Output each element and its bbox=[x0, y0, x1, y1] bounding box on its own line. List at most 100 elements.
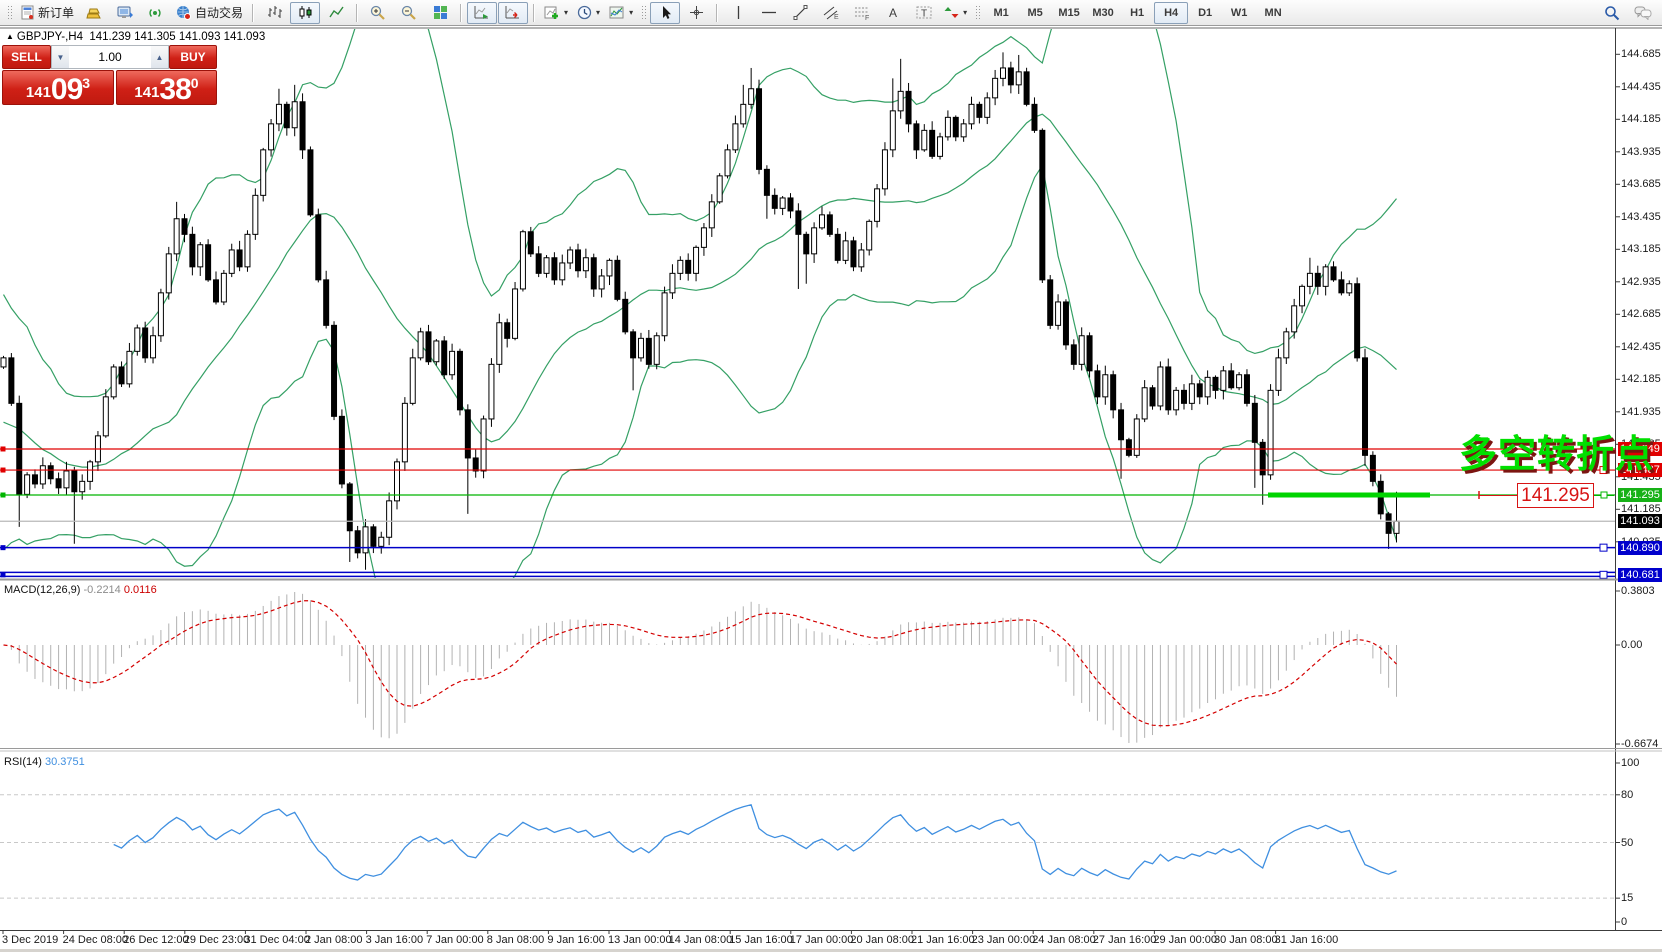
toolbar-separator bbox=[460, 4, 462, 22]
chart-shift-button[interactable] bbox=[498, 2, 528, 24]
timeframe-M5[interactable]: M5 bbox=[1018, 2, 1052, 24]
auto-trading-icon bbox=[176, 5, 192, 20]
time-axis-label: 15 Jan 16:00 bbox=[729, 934, 793, 946]
turning-point-annotation[interactable]: 多空转折点 bbox=[1459, 423, 1654, 478]
rsi-name: RSI(14) bbox=[4, 756, 42, 768]
rsi-value: 30.3751 bbox=[45, 756, 85, 768]
time-axis-label: 23 Jan 00:00 bbox=[972, 934, 1036, 946]
gold-bars-icon bbox=[86, 5, 102, 20]
timeframe-M30[interactable]: M30 bbox=[1086, 2, 1120, 24]
history-center-button[interactable] bbox=[79, 2, 109, 24]
hline-140.681-handle-left[interactable] bbox=[1, 572, 6, 577]
timeframe-D1[interactable]: D1 bbox=[1188, 2, 1222, 24]
timeframe-H4[interactable]: H4 bbox=[1154, 2, 1188, 24]
hline-141.487-handle-left[interactable] bbox=[1, 468, 6, 473]
timeframe-M1[interactable]: M1 bbox=[984, 2, 1018, 24]
volume-input[interactable]: 1.00 bbox=[69, 46, 151, 68]
one-click-trading-panel: SELL ▼ 1.00 ▲ BUY 141 09 3 141 38 0 bbox=[2, 45, 217, 105]
indicators-caret-icon[interactable]: ▾ bbox=[564, 8, 568, 17]
line-chart-button[interactable] bbox=[321, 2, 351, 24]
sell-button[interactable]: SELL bbox=[2, 45, 51, 69]
auto-scroll-button[interactable] bbox=[467, 2, 497, 24]
tile-windows-button[interactable] bbox=[425, 2, 455, 24]
horizontal-line-button[interactable] bbox=[754, 2, 784, 24]
timeframe-M15[interactable]: M15 bbox=[1052, 2, 1086, 24]
candlestick-chart-button[interactable] bbox=[290, 2, 320, 24]
templates-caret-icon[interactable]: ▾ bbox=[629, 8, 633, 17]
periods-caret-icon[interactable]: ▾ bbox=[596, 8, 600, 17]
timeframe-H1[interactable]: H1 bbox=[1120, 2, 1154, 24]
new-order-label: 新订单 bbox=[38, 4, 74, 21]
templates-button[interactable]: ▾ bbox=[605, 2, 637, 24]
text-button[interactable]: A bbox=[878, 2, 908, 24]
sell-price-button[interactable]: 141 09 3 bbox=[2, 70, 114, 105]
label-axis-handle[interactable] bbox=[1601, 492, 1607, 498]
toolbar-grip[interactable] bbox=[7, 5, 12, 21]
time-axis-label: 2 Jan 08:00 bbox=[305, 934, 363, 946]
vertical-line-button[interactable] bbox=[723, 2, 753, 24]
auto-scroll-icon bbox=[474, 5, 490, 20]
toolbar-grip[interactable] bbox=[641, 5, 646, 21]
fibonacci-icon: F bbox=[854, 5, 870, 20]
collapse-symbol-icon[interactable]: ▲ bbox=[6, 32, 14, 41]
chart-canvas[interactable] bbox=[0, 0, 1662, 952]
toolbar-separator bbox=[252, 4, 254, 22]
chat-button[interactable] bbox=[1628, 2, 1658, 24]
toolbar-grip[interactable] bbox=[975, 5, 980, 21]
buy-button[interactable]: BUY bbox=[169, 45, 217, 69]
cursor-button[interactable] bbox=[650, 2, 680, 24]
search-button[interactable] bbox=[1597, 2, 1627, 24]
symbol-info-line[interactable]: ▲GBPJPY-,H4 141.239 141.305 141.093 141.… bbox=[6, 31, 265, 43]
fibonacci-button[interactable]: F bbox=[847, 2, 877, 24]
channel-button[interactable]: E bbox=[816, 2, 846, 24]
zoom-in-button[interactable] bbox=[363, 2, 393, 24]
indicators-button[interactable]: ▾ bbox=[540, 2, 572, 24]
macd-pane[interactable] bbox=[4, 592, 1397, 743]
line-chart-icon bbox=[329, 5, 344, 20]
rsi-scale-label: 50 bbox=[1621, 837, 1662, 849]
time-axis-label: 9 Jan 16:00 bbox=[547, 934, 605, 946]
volume-decrease-button[interactable]: ▼ bbox=[52, 46, 69, 68]
zoom-out-button[interactable] bbox=[394, 2, 424, 24]
signal-button[interactable] bbox=[141, 2, 171, 24]
terminal-icon bbox=[117, 5, 133, 20]
svg-text:F: F bbox=[865, 15, 869, 20]
chart-shift-icon bbox=[505, 5, 521, 20]
timeframe-MN[interactable]: MN bbox=[1256, 2, 1290, 24]
svg-text:E: E bbox=[834, 14, 839, 20]
svg-text:T: T bbox=[921, 9, 927, 20]
bar-chart-icon bbox=[267, 5, 282, 20]
periods-button[interactable]: ▾ bbox=[573, 2, 604, 24]
symbol-name: GBPJPY-,H4 bbox=[17, 31, 83, 43]
arrows-button[interactable]: ▾ bbox=[940, 2, 971, 24]
trendline-icon bbox=[793, 5, 808, 20]
hline-140.890-handle-right[interactable] bbox=[1600, 544, 1607, 551]
arrows-icon bbox=[944, 5, 959, 20]
crosshair-button[interactable] bbox=[681, 2, 711, 24]
crosshair-icon bbox=[689, 5, 704, 20]
price-badge-140.681: 140.681 bbox=[1618, 568, 1662, 582]
hline-141.295-handle-left[interactable] bbox=[1, 493, 6, 498]
price-badge-140.890: 140.890 bbox=[1618, 541, 1662, 555]
time-axis-label: 20 Jan 08:00 bbox=[850, 934, 914, 946]
time-axis-label: 13 Jan 00:00 bbox=[608, 934, 672, 946]
sell-price-prefix: 141 bbox=[26, 85, 51, 100]
trendline-button[interactable] bbox=[785, 2, 815, 24]
new-order-button[interactable]: 新订单 bbox=[16, 2, 78, 24]
buy-price-button[interactable]: 141 38 0 bbox=[116, 70, 217, 105]
price-axis-tick: 143.685 bbox=[1621, 178, 1662, 190]
text-label-button[interactable]: T bbox=[909, 2, 939, 24]
bar-chart-button[interactable] bbox=[259, 2, 289, 24]
search-icon bbox=[1604, 5, 1620, 21]
auto-trading-button[interactable]: 自动交易 bbox=[172, 2, 247, 24]
arrows-caret-icon[interactable]: ▾ bbox=[963, 8, 967, 17]
timeframe-W1[interactable]: W1 bbox=[1222, 2, 1256, 24]
publisher-button[interactable] bbox=[110, 2, 140, 24]
hline-140.890-handle-left[interactable] bbox=[1, 545, 6, 550]
buy-price-sup: 0 bbox=[191, 76, 199, 90]
price-level-label[interactable]: 141.295 bbox=[1517, 483, 1594, 508]
hline-141.649-handle-left[interactable] bbox=[1, 446, 6, 451]
hline-140.681-handle-right[interactable] bbox=[1600, 571, 1607, 578]
volume-increase-button[interactable]: ▲ bbox=[151, 46, 168, 68]
time-axis-label: 7 Jan 00:00 bbox=[426, 934, 484, 946]
